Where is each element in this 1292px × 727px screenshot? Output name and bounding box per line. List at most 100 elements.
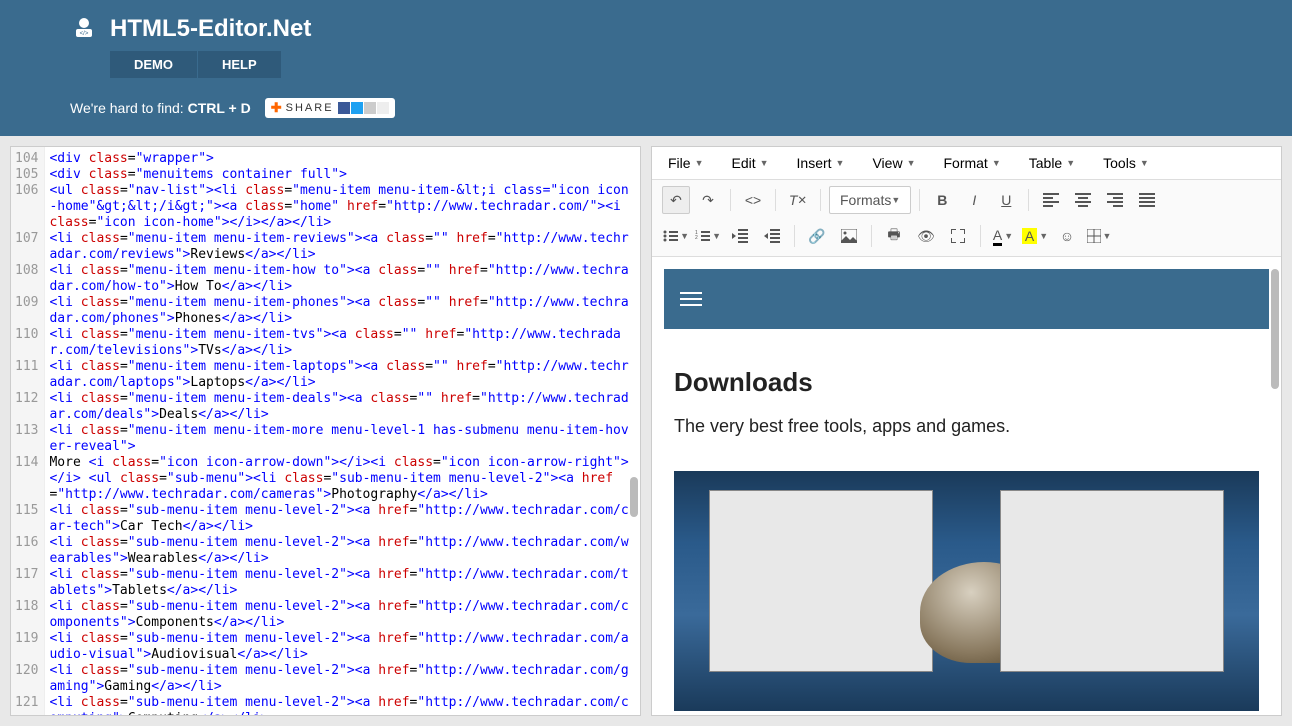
code-line[interactable]: <li class="menu-item menu-item-deals"><a… <box>49 391 636 423</box>
code-line[interactable]: <div class="menuitems container full"> <box>49 167 636 183</box>
indent-button[interactable] <box>758 222 786 250</box>
align-justify-button[interactable] <box>1133 186 1161 214</box>
code-line[interactable]: <li class="menu-item menu-item-laptops">… <box>49 359 636 391</box>
menu-tools[interactable]: Tools▼ <box>1103 155 1149 171</box>
separator-icon <box>871 225 872 247</box>
hamburger-icon[interactable] <box>680 292 702 306</box>
line-number: 113 <box>15 423 38 455</box>
code-line[interactable]: <li class="sub-menu-item menu-level-2"><… <box>49 695 636 715</box>
tab-help[interactable]: HELP <box>198 51 282 78</box>
menu-file[interactable]: File▼ <box>668 155 703 171</box>
formats-dropdown[interactable]: Formats ▼ <box>829 186 911 214</box>
align-center-button[interactable] <box>1069 186 1097 214</box>
separator-icon <box>1028 189 1029 211</box>
preview-area[interactable]: Downloads The very best free tools, apps… <box>652 257 1281 715</box>
line-number: 111 <box>15 359 38 391</box>
code-editor-pane: 1041051061071081091101111121131141151161… <box>10 146 641 716</box>
code-line[interactable]: <li class="sub-menu-item menu-level-2"><… <box>49 599 636 631</box>
bookmark-hint: We're hard to find: CTRL + D <box>70 100 251 116</box>
bg-color-button[interactable]: A▼ <box>1021 222 1049 250</box>
twitter-icon <box>351 102 363 114</box>
site-title: HTML5-Editor.Net <box>110 15 311 43</box>
separator-icon <box>730 189 731 211</box>
bullet-list-button[interactable]: ▼ <box>662 222 690 250</box>
fullscreen-button[interactable] <box>944 222 972 250</box>
menu-edit[interactable]: Edit▼ <box>731 155 768 171</box>
clear-format-button[interactable]: T✕ <box>784 186 812 214</box>
line-number: 112 <box>15 391 38 423</box>
line-number: 120 <box>15 663 38 695</box>
scrollbar-thumb[interactable] <box>630 477 638 517</box>
scrollbar-thumb[interactable] <box>1271 269 1279 389</box>
code-line[interactable]: <div class="wrapper"> <box>49 151 636 167</box>
email-icon <box>364 102 376 114</box>
menu-insert[interactable]: Insert▼ <box>797 155 845 171</box>
menu-table[interactable]: Table▼ <box>1029 155 1075 171</box>
facebook-icon <box>338 102 350 114</box>
number-list-button[interactable]: 12▼ <box>694 222 722 250</box>
align-left-button[interactable] <box>1037 186 1065 214</box>
italic-button[interactable]: I <box>960 186 988 214</box>
text-color-button[interactable]: A▼ <box>989 222 1017 250</box>
undo-button[interactable]: ↶ <box>662 186 690 214</box>
code-line[interactable]: <li class="menu-item menu-item-reviews">… <box>49 231 636 263</box>
code-editor[interactable]: 1041051061071081091101111121131141151161… <box>11 147 640 715</box>
editor-menubar: File▼ Edit▼ Insert▼ View▼ Format▼ Table▼… <box>652 147 1281 180</box>
line-number: 118 <box>15 599 38 631</box>
preview-subtitle: The very best free tools, apps and games… <box>674 416 1259 437</box>
emoticon-button[interactable]: ☺ <box>1053 222 1081 250</box>
line-number: 105 <box>15 167 38 183</box>
preview-button[interactable]: 👁 <box>912 222 940 250</box>
line-number: 117 <box>15 567 38 599</box>
preview-hero-image <box>674 471 1259 711</box>
svg-text:</>: </> <box>80 31 89 37</box>
align-right-button[interactable] <box>1101 186 1129 214</box>
code-line[interactable]: <li class="sub-menu-item menu-level-2"><… <box>49 503 636 535</box>
outdent-button[interactable] <box>726 222 754 250</box>
code-line[interactable]: <ul class="nav-list"><li class="menu-ite… <box>49 183 636 231</box>
separator-icon <box>919 189 920 211</box>
image-button[interactable] <box>835 222 863 250</box>
code-line[interactable]: <li class="menu-item menu-item-more menu… <box>49 423 636 455</box>
code-content[interactable]: <div class="wrapper"><div class="menuite… <box>45 147 640 715</box>
workspace: 1041051061071081091101111121131141151161… <box>0 136 1292 726</box>
separator-icon <box>794 225 795 247</box>
code-line[interactable]: <li class="sub-menu-item menu-level-2"><… <box>49 663 636 695</box>
code-line[interactable]: <li class="sub-menu-item menu-level-2"><… <box>49 631 636 663</box>
share-button[interactable]: ✚ SHARE <box>265 98 395 118</box>
underline-button[interactable]: U <box>992 186 1020 214</box>
preview-heading: Downloads <box>674 367 1259 398</box>
line-number: 108 <box>15 263 38 295</box>
wysiwyg-pane: File▼ Edit▼ Insert▼ View▼ Format▼ Table▼… <box>651 146 1282 716</box>
print-button[interactable]: 🖶 <box>880 222 908 250</box>
code-line[interactable]: <li class="menu-item menu-item-phones"><… <box>49 295 636 327</box>
code-line[interactable]: More <i class="icon icon-arrow-down"></i… <box>49 455 636 503</box>
nav-tabs: DEMO HELP <box>110 51 1292 78</box>
line-number: 104 <box>15 151 38 167</box>
line-number: 119 <box>15 631 38 663</box>
source-code-button[interactable]: <> <box>739 186 767 214</box>
more-icon <box>377 102 389 114</box>
code-line[interactable]: <li class="sub-menu-item menu-level-2"><… <box>49 567 636 599</box>
line-number: 106 <box>15 183 38 231</box>
menu-format[interactable]: Format▼ <box>943 155 1000 171</box>
separator-icon <box>775 189 776 211</box>
code-line[interactable]: <li class="menu-item menu-item-how to"><… <box>49 263 636 295</box>
preview-navbar <box>664 269 1269 329</box>
redo-button[interactable]: ↷ <box>694 186 722 214</box>
code-line[interactable]: <li class="sub-menu-item menu-level-2"><… <box>49 535 636 567</box>
menu-view[interactable]: View▼ <box>872 155 915 171</box>
bold-button[interactable]: B <box>928 186 956 214</box>
line-number: 116 <box>15 535 38 567</box>
line-number: 110 <box>15 327 38 359</box>
line-number: 107 <box>15 231 38 263</box>
link-button[interactable]: 🔗 <box>803 222 831 250</box>
line-number: 114 <box>15 455 38 503</box>
line-gutter: 1041051061071081091101111121131141151161… <box>11 147 45 715</box>
separator-icon <box>980 225 981 247</box>
code-line[interactable]: <li class="menu-item menu-item-tvs"><a c… <box>49 327 636 359</box>
plus-icon: ✚ <box>271 100 282 116</box>
editor-toolbar: ↶ ↷ <> T✕ Formats ▼ B I U ▼ 12▼ 🔗 <box>652 180 1281 257</box>
table-button[interactable]: ▼ <box>1085 222 1113 250</box>
tab-demo[interactable]: DEMO <box>110 51 198 78</box>
